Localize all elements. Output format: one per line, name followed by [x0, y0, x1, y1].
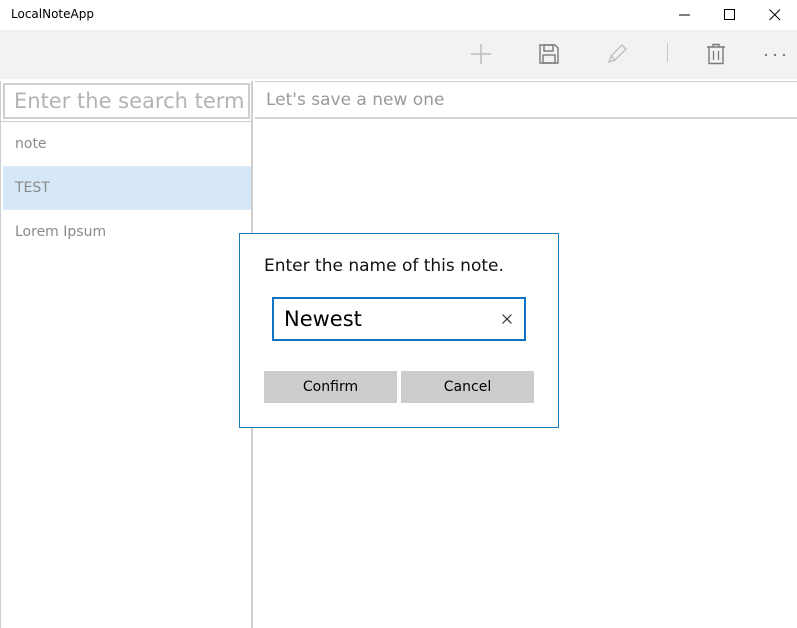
notes-sidebar: note TEST Lorem Ipsum [0, 81, 253, 628]
maximize-button[interactable] [707, 0, 753, 30]
add-note-button[interactable] [457, 30, 505, 79]
minimize-icon [679, 14, 690, 16]
more-options-button[interactable] [751, 30, 797, 79]
more-ellipsis-icon [764, 53, 786, 57]
trash-icon [707, 43, 725, 65]
plus-icon [471, 44, 491, 64]
note-title-field[interactable] [255, 81, 797, 119]
app-window: LocalNoteApp Enter the search term here … [0, 0, 797, 628]
name-note-dialog: Enter the name of this note. Confirm Can… [239, 233, 559, 428]
command-separator [667, 43, 668, 62]
app-title: LocalNoteApp [11, 7, 94, 21]
cancel-button[interactable]: Cancel [401, 371, 534, 403]
search-box[interactable] [3, 83, 250, 119]
delete-note-button[interactable] [692, 30, 740, 79]
note-title-input[interactable] [255, 82, 797, 117]
note-name-input[interactable] [274, 299, 489, 339]
close-icon [769, 9, 781, 21]
close-button[interactable] [752, 0, 797, 30]
clear-text-button[interactable] [498, 310, 516, 328]
dialog-title: Enter the name of this note. [264, 256, 504, 276]
pencil-icon [607, 44, 627, 64]
edit-note-button[interactable] [593, 30, 641, 79]
maximize-icon [724, 9, 735, 20]
list-item[interactable]: TEST [3, 166, 251, 210]
list-item[interactable]: note [3, 122, 251, 166]
confirm-button[interactable]: Confirm [264, 371, 397, 403]
floppy-disk-icon [539, 44, 559, 64]
minimize-button[interactable] [662, 0, 708, 30]
command-bar [0, 30, 797, 79]
search-input[interactable] [5, 85, 248, 117]
list-item[interactable]: Lorem Ipsum [3, 210, 251, 254]
note-name-field[interactable] [272, 297, 526, 341]
note-list: note TEST Lorem Ipsum [3, 122, 251, 254]
title-bar: LocalNoteApp [0, 0, 797, 30]
save-note-button[interactable] [525, 30, 573, 79]
clear-icon [502, 314, 512, 324]
